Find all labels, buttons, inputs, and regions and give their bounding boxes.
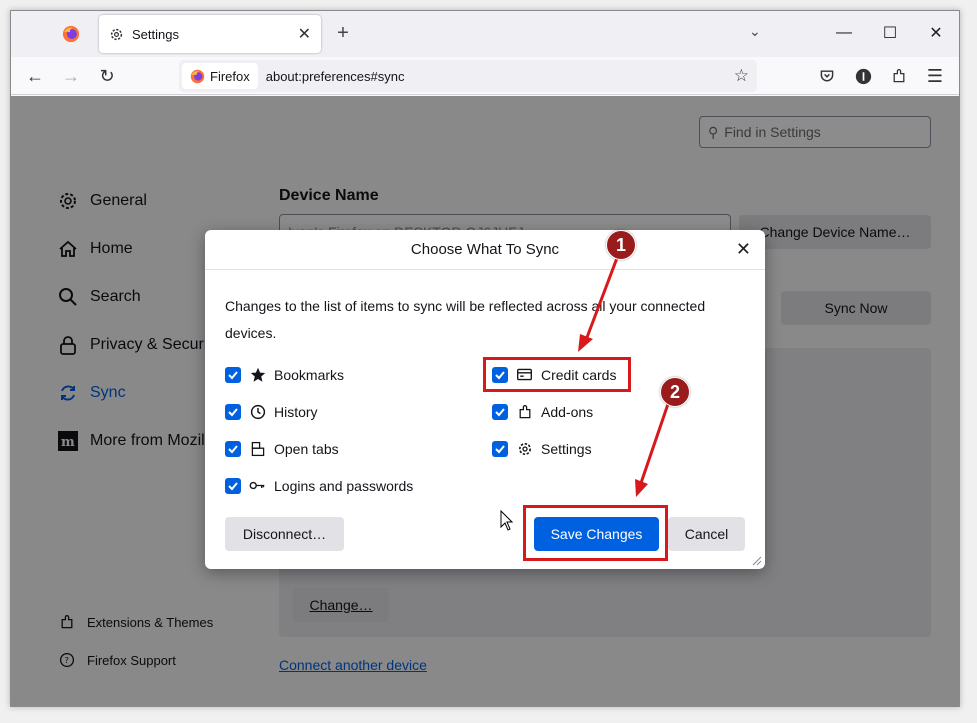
firefox-logo-icon [62, 25, 80, 43]
reload-button[interactable]: ↻ [95, 64, 119, 88]
mouse-cursor-icon [500, 510, 514, 531]
checkbox-checked-icon[interactable] [492, 440, 508, 457]
dialog-title: Choose What To Sync [205, 230, 765, 270]
disconnect-button[interactable]: Disconnect… [225, 517, 344, 551]
firefox-view-button[interactable] [49, 17, 93, 51]
cancel-button[interactable]: Cancel [668, 517, 745, 551]
gear-icon [110, 28, 123, 40]
tab-strip: Settings ✕ + ⌄ — ☐ ✕ [11, 11, 959, 57]
close-icon[interactable]: ✕ [736, 239, 751, 260]
identity-box[interactable]: Firefox [182, 63, 258, 89]
gear-icon [516, 440, 533, 457]
highlight-credit-cards [483, 357, 631, 392]
address-bar[interactable]: Firefox about:preferences#sync ☆ [179, 60, 757, 92]
bookmark-star-icon[interactable]: ☆ [734, 66, 749, 86]
forward-button[interactable]: → [59, 64, 83, 88]
extensions-icon[interactable] [887, 64, 911, 88]
tab-settings[interactable]: Settings ✕ [99, 15, 321, 53]
chevron-down-icon[interactable]: ⌄ [749, 23, 761, 40]
sync-option-history[interactable]: History [225, 403, 318, 420]
clock-icon [249, 403, 266, 420]
new-tab-button[interactable]: + [331, 21, 355, 45]
option-label: Settings [541, 440, 592, 457]
navigation-toolbar: ← → ↻ Firefox about:preferences#sync ☆ ☰ [11, 57, 959, 95]
checkbox-checked-icon[interactable] [225, 477, 241, 494]
account-icon[interactable] [851, 64, 875, 88]
url-text[interactable]: about:preferences#sync [266, 69, 734, 84]
identity-label: Firefox [210, 68, 250, 84]
sync-option-bookmarks[interactable]: Bookmarks [225, 366, 344, 383]
close-tab-icon[interactable]: ✕ [298, 24, 311, 44]
sync-option-settings[interactable]: Settings [492, 440, 592, 457]
checkbox-checked-icon[interactable] [492, 403, 508, 420]
sync-option-add-ons[interactable]: Add-ons [492, 403, 593, 420]
step-badge-2: 2 [660, 377, 690, 407]
menu-icon[interactable]: ☰ [923, 64, 947, 88]
pocket-icon[interactable] [815, 64, 839, 88]
checkbox-checked-icon[interactable] [225, 440, 241, 457]
checkbox-checked-icon[interactable] [225, 403, 241, 420]
tabs-icon [249, 440, 266, 457]
option-label: Logins and passwords [274, 477, 414, 494]
sync-option-logins[interactable]: Logins and passwords [225, 477, 413, 494]
resize-grip-icon[interactable] [752, 556, 762, 566]
highlight-save-changes [523, 505, 668, 561]
close-window-button[interactable]: ✕ [921, 21, 951, 45]
firefox-logo-icon [190, 69, 205, 83]
minimize-button[interactable]: — [829, 21, 859, 45]
star-icon [249, 366, 266, 383]
puzzle-icon [516, 403, 533, 420]
option-label: Add-ons [541, 403, 594, 420]
key-icon [249, 477, 266, 494]
maximize-button[interactable]: ☐ [875, 21, 905, 45]
back-button[interactable]: ← [23, 64, 47, 88]
tab-title: Settings [132, 26, 179, 42]
checkbox-checked-icon[interactable] [225, 366, 241, 383]
option-label: Bookmarks [274, 366, 345, 383]
sync-option-open-tabs[interactable]: Open tabs [225, 440, 339, 457]
option-label: History [274, 403, 318, 420]
dialog-description: Changes to the list of items to sync wil… [225, 298, 706, 341]
step-badge-1: 1 [606, 230, 636, 260]
option-label: Open tabs [274, 440, 339, 457]
